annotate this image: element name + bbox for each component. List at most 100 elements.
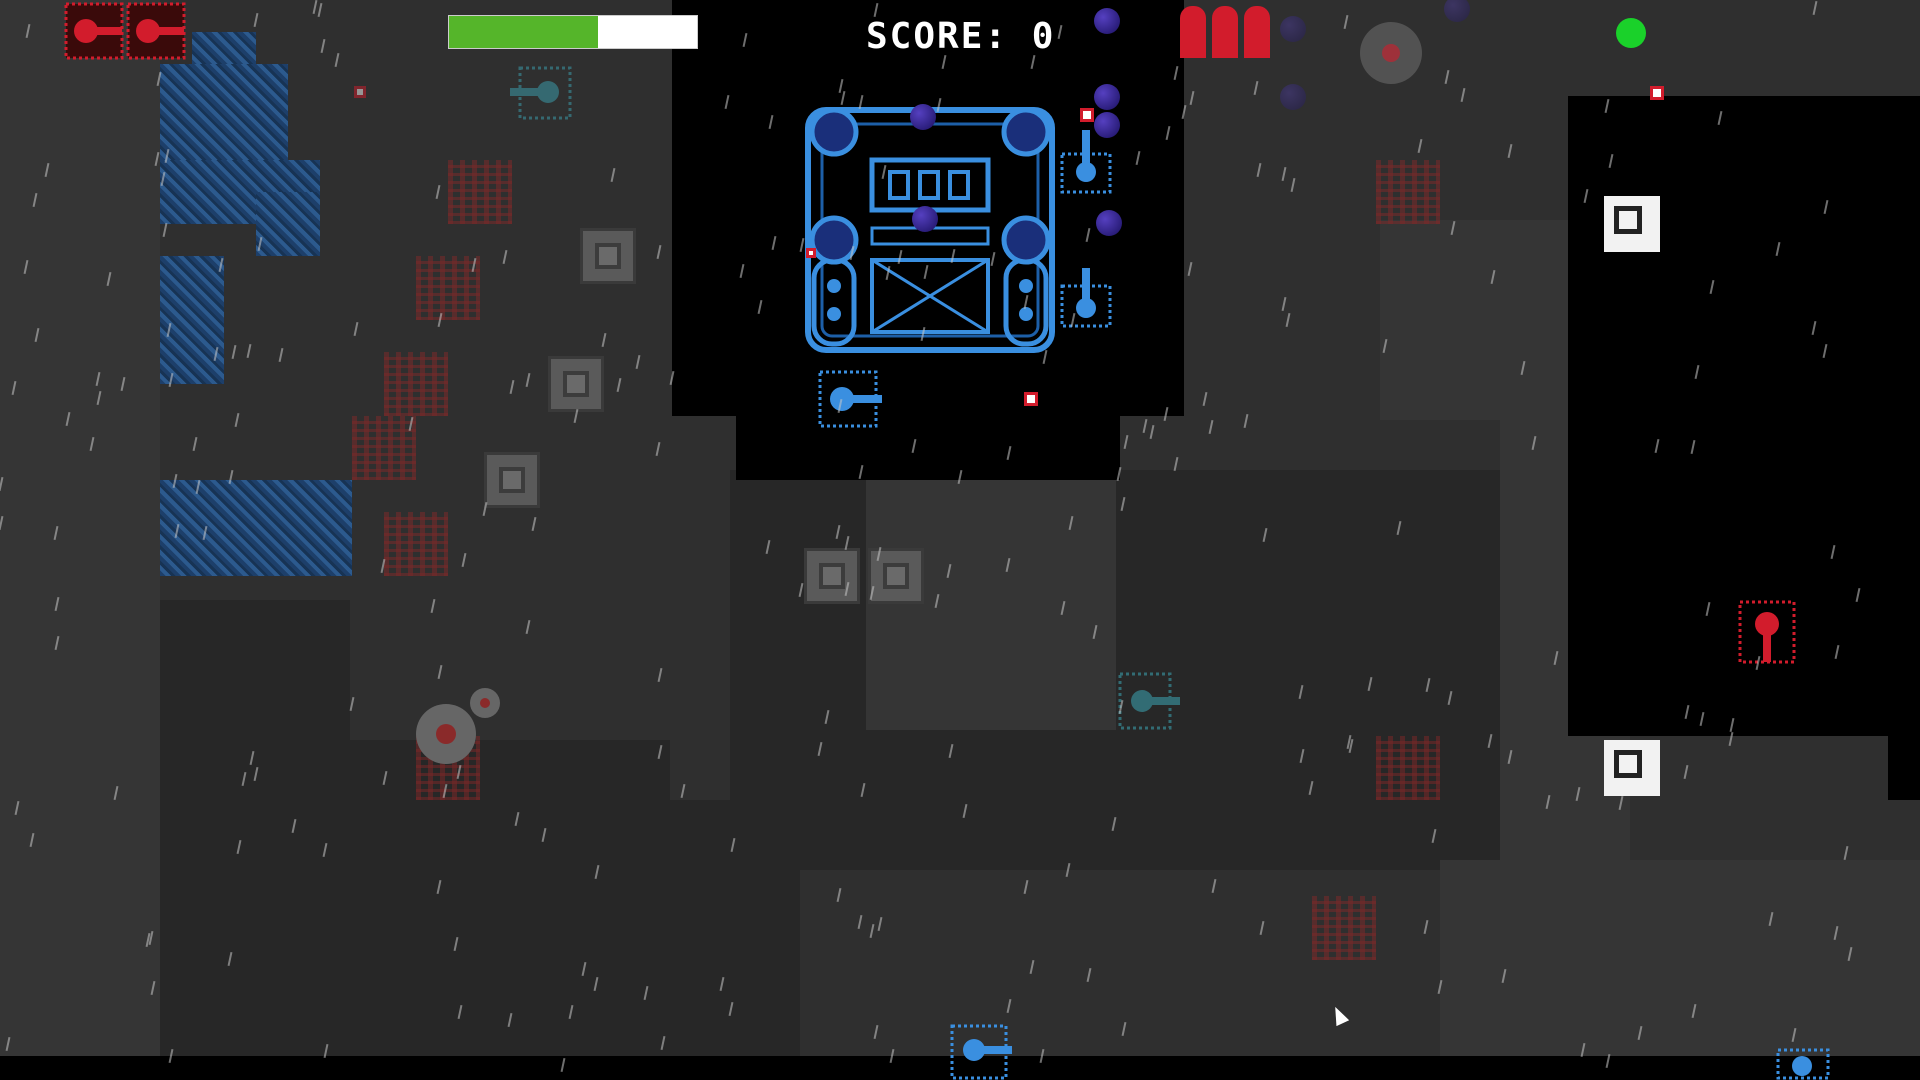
ammo-shell-icon <box>1244 6 1270 58</box>
rain-drop <box>656 244 662 260</box>
rain-drop <box>1507 143 1513 159</box>
rain-drop <box>44 162 50 178</box>
rain-drop <box>461 552 467 568</box>
rain-drop <box>195 479 201 495</box>
rain-drop <box>1208 419 1214 435</box>
rain-drop <box>610 167 616 183</box>
rain-drop <box>1211 878 1217 894</box>
rain-drop <box>593 976 599 992</box>
rain-drop <box>382 770 388 786</box>
rain-drop <box>291 818 297 834</box>
rain-drop <box>1256 162 1262 178</box>
rain-drop <box>881 164 887 180</box>
rain-drop <box>1023 879 1029 895</box>
rain-drop <box>322 842 328 858</box>
rain-drop <box>1823 199 1829 215</box>
rain-drop <box>840 90 846 106</box>
rain-drop <box>1121 1021 1127 1037</box>
rain-drop <box>1173 456 1179 472</box>
rain-drop <box>1039 1048 1045 1064</box>
rain-drop <box>1085 227 1091 243</box>
rain-drop <box>1262 527 1268 543</box>
rain-drop <box>1285 312 1291 328</box>
rain-drop <box>1729 717 1735 733</box>
game-viewport[interactable]: SCORE: 0 <box>0 0 1920 1080</box>
rain-drop <box>0 476 4 492</box>
rain-drop <box>889 1048 895 1064</box>
rain-drop <box>514 811 520 827</box>
rain-drop <box>1173 65 1179 81</box>
rain-drop <box>453 936 459 952</box>
rain-drop <box>1086 967 1092 983</box>
rain-drop <box>581 961 587 977</box>
rain-drop <box>1423 919 1429 935</box>
rain-drop <box>936 97 942 113</box>
rain-drop <box>1691 1003 1697 1019</box>
rain-drop <box>742 32 748 48</box>
rain-drop <box>213 346 219 362</box>
rain-drop <box>435 184 441 200</box>
rain-drop <box>1830 544 1836 560</box>
rain-drop <box>1699 711 1705 727</box>
rain-drop <box>948 743 954 759</box>
rain-drop <box>1006 445 1012 461</box>
ammo-shell-icon <box>1180 6 1206 58</box>
rain-drop <box>1123 434 1129 450</box>
rain-drop <box>1545 794 1551 810</box>
rain-drop <box>1425 677 1431 693</box>
rain-drop <box>1060 600 1066 616</box>
rain-drop <box>482 501 488 517</box>
rain-drop <box>334 52 340 68</box>
rain-drop <box>1202 391 1208 407</box>
rain-drop <box>1163 406 1169 422</box>
rain-drop <box>113 785 119 801</box>
rain-drop <box>1618 795 1624 811</box>
rain-drop <box>739 263 745 279</box>
rain-drop <box>1165 125 1171 141</box>
rain-drop <box>32 192 38 208</box>
rain-drop <box>1833 925 1839 941</box>
rain-drop <box>1396 520 1402 536</box>
rain-drop <box>849 245 855 261</box>
rain-drop <box>957 469 963 485</box>
rain-drop <box>877 916 883 932</box>
rain-drop <box>437 664 443 680</box>
rain-drop <box>192 436 198 452</box>
rain-drop <box>1253 80 1259 96</box>
rain-drop <box>768 114 774 130</box>
rain-drop <box>65 411 71 427</box>
ammo-shell-icon <box>1212 6 1238 58</box>
rain-drop <box>408 416 414 432</box>
rain-drop <box>771 235 777 251</box>
rain-drop <box>817 741 823 757</box>
rain-drop <box>249 750 255 766</box>
rain-drop <box>897 249 903 265</box>
rain-drop <box>941 54 947 70</box>
rain-drop <box>106 271 112 287</box>
rain-drop <box>317 2 323 18</box>
rain-drop <box>869 585 875 601</box>
rain-drop <box>150 980 156 996</box>
rain-drop <box>1847 946 1853 962</box>
rain-drop <box>660 1035 666 1051</box>
rain-drop <box>680 783 686 799</box>
rain-drop <box>990 251 996 267</box>
rain-drop <box>29 832 35 848</box>
lives-indicator <box>64 0 194 64</box>
rain-drop <box>1690 439 1696 455</box>
rain-drop <box>11 380 17 396</box>
status-indicator <box>1616 18 1646 48</box>
rain-drop <box>1065 862 1071 878</box>
rain-drop <box>601 332 607 348</box>
rain-drop <box>54 635 60 651</box>
rain-drop <box>120 376 126 392</box>
rain-drop <box>1608 153 1614 169</box>
rain-drop <box>1029 959 1035 975</box>
rain-drop <box>655 441 661 457</box>
rain-drop <box>1705 601 1711 617</box>
rain-drop <box>923 264 929 280</box>
rain-drop <box>1068 515 1074 531</box>
rain-drop <box>1092 624 1098 640</box>
rain-drop <box>1444 69 1450 85</box>
rain-drop <box>1717 110 1723 126</box>
